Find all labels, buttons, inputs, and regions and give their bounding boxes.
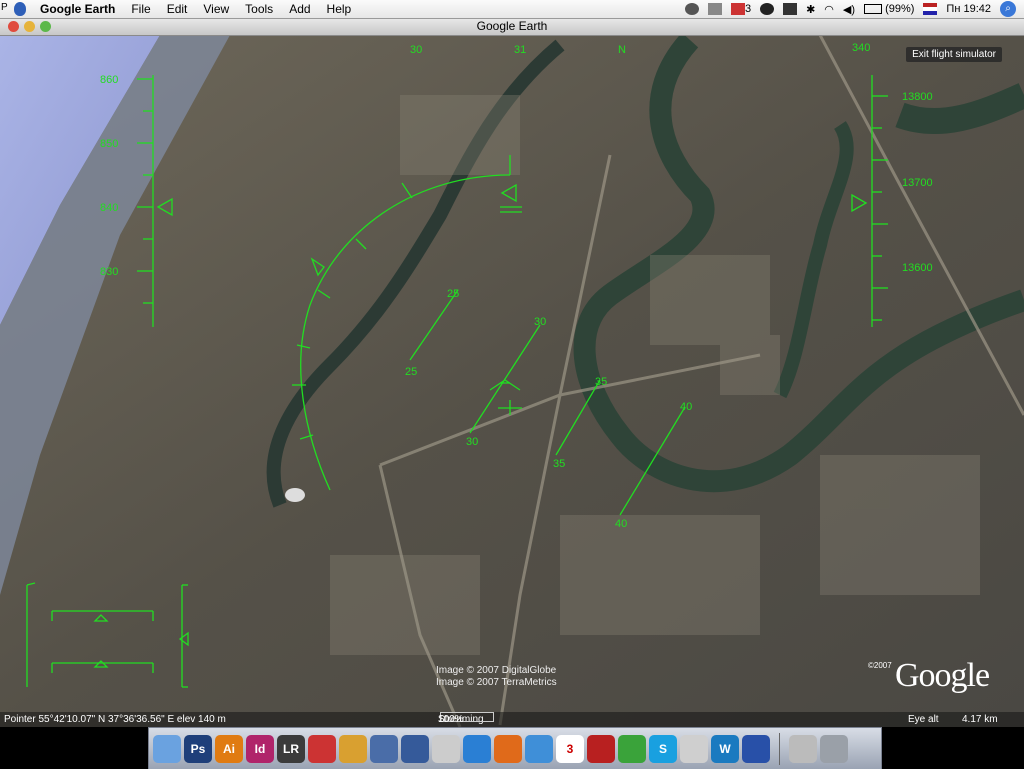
volume-icon[interactable]: ◀) (843, 3, 855, 16)
spotlight-icon[interactable]: ⌕ (1000, 1, 1016, 17)
dock-icq-icon[interactable] (618, 734, 646, 763)
pitch-label-30-left: 30 (466, 436, 478, 448)
paw-icon[interactable] (760, 3, 775, 15)
gmail-icon (730, 3, 745, 16)
dock-app-7-icon[interactable] (339, 734, 367, 763)
altitude-label-830: 830 (100, 266, 118, 278)
satellite-imagery: 30 31 N 340 860 850 840 830 13800 13700 … (0, 35, 1024, 727)
battery-icon (864, 4, 883, 15)
eye-alt-value: 4.17 km (962, 714, 998, 725)
copyright-year: ©2007 (868, 661, 892, 670)
pointer-coordinates: Pointer 55°42'10.07" N 37°36'36.56" E el… (4, 714, 226, 725)
minimize-button[interactable] (24, 21, 35, 32)
status-bar: Pointer 55°42'10.07" N 37°36'36.56" E el… (0, 712, 1024, 727)
wifi-icon[interactable]: ◠ (824, 3, 834, 16)
dock-preview-icon[interactable] (432, 734, 460, 763)
window-title: Google Earth (476, 19, 548, 33)
dock-lightroom-icon[interactable]: LR (277, 734, 305, 763)
dock-finder-icon[interactable] (153, 734, 181, 763)
pitch-label-35-right: 35 (595, 376, 607, 388)
dock-app-19-icon[interactable]: W (711, 734, 739, 763)
eye-alt-label: Eye alt (908, 714, 939, 725)
heading-label-1: 30 (410, 44, 422, 56)
dock-downloads-icon[interactable] (789, 734, 817, 763)
menu-add[interactable]: Add (281, 2, 318, 16)
altitude-label-860: 860 (100, 74, 118, 86)
window-title-bar: Google Earth (0, 18, 1024, 36)
dock-google-earth-icon[interactable] (742, 734, 770, 763)
script-icon[interactable] (783, 3, 798, 15)
menu-app-name[interactable]: Google Earth (32, 2, 123, 16)
menu-edit[interactable]: Edit (159, 2, 196, 16)
dock-firefox-icon[interactable] (494, 734, 522, 763)
close-button[interactable] (8, 21, 19, 32)
dock-iphoto-icon[interactable] (401, 734, 429, 763)
battery-percent: (99%) (885, 3, 915, 15)
pitch-label-30-right: 30 (534, 316, 546, 328)
menu-tools[interactable]: Tools (237, 2, 281, 16)
credit-terrametrics: Image © 2007 TerraMetrics (436, 677, 557, 688)
heading-label-3: N (618, 44, 626, 56)
heading-label-4: 340 (852, 42, 870, 54)
pitch-label-40-left: 40 (615, 518, 627, 530)
altitude-label-850: 850 (100, 138, 118, 150)
dock-itunes-icon[interactable] (525, 734, 553, 763)
gmail-count: 3 (744, 2, 752, 15)
dock-indesign-icon[interactable]: Id (246, 734, 274, 763)
flag-icon[interactable] (923, 3, 938, 15)
dock: Ps Ai Id LR 3 S W (148, 727, 882, 769)
menu-help[interactable]: Help (319, 2, 360, 16)
dock-app-8-icon[interactable] (370, 734, 398, 763)
dock-separator (779, 732, 780, 765)
streaming-percent: 100% (438, 714, 464, 725)
dock-safari-icon[interactable] (463, 734, 491, 763)
menu-extras: 3 ✱ ◠ ◀) (99%) Пн 19:42 ⌕ (684, 0, 1024, 18)
pitch-label-25-left: 25 (405, 366, 417, 378)
altitude-label-840: 840 (100, 202, 118, 214)
imagery-credits: Image © 2007 DigitalGlobe Image © 2007 T… (436, 665, 557, 689)
battery-status[interactable]: (99%) (864, 3, 914, 15)
earth-view[interactable]: 30 31 N 340 860 850 840 830 13800 13700 … (0, 35, 1024, 727)
speed-label-13700: 13700 (902, 177, 933, 189)
exit-flight-simulator-button[interactable]: Exit flight simulator (906, 47, 1002, 62)
speed-label-13800: 13800 (902, 91, 933, 103)
heading-label-2: 31 (514, 44, 526, 56)
menu-view[interactable]: View (195, 2, 237, 16)
pitch-label-25-right: 25 (447, 288, 459, 300)
dock-ical-icon[interactable]: 3 (556, 734, 584, 763)
menu-file[interactable]: File (123, 2, 158, 16)
credit-digitalglobe: Image © 2007 DigitalGlobe (436, 665, 557, 676)
zoom-button[interactable] (40, 21, 51, 32)
apple-menu-icon[interactable] (14, 2, 26, 16)
stadium (285, 488, 305, 502)
dock-skype-icon[interactable]: S (649, 734, 677, 763)
gmail-notifier[interactable]: 3 (730, 2, 752, 16)
menubar-mark: P (1, 2, 8, 13)
clock[interactable]: Пн 19:42 (946, 3, 991, 15)
screen-status-icon[interactable] (707, 3, 722, 15)
google-logo: Google (895, 657, 990, 694)
pitch-label-40-right: 40 (680, 401, 692, 413)
robot-status-icon[interactable] (684, 3, 699, 15)
pitch-label-35-left: 35 (553, 458, 565, 470)
dock-illustrator-icon[interactable]: Ai (215, 734, 243, 763)
dock-photoshop-icon[interactable]: Ps (184, 734, 212, 763)
dock-app-6-icon[interactable] (308, 734, 336, 763)
dock-trash-icon[interactable] (820, 734, 848, 763)
dock-app-18-icon[interactable] (680, 734, 708, 763)
dock-app-15-icon[interactable] (587, 734, 615, 763)
bluetooth-icon[interactable]: ✱ (806, 3, 815, 16)
speed-label-13600: 13600 (902, 262, 933, 274)
menu-bar: P Google Earth File Edit View Tools Add … (0, 0, 1024, 19)
